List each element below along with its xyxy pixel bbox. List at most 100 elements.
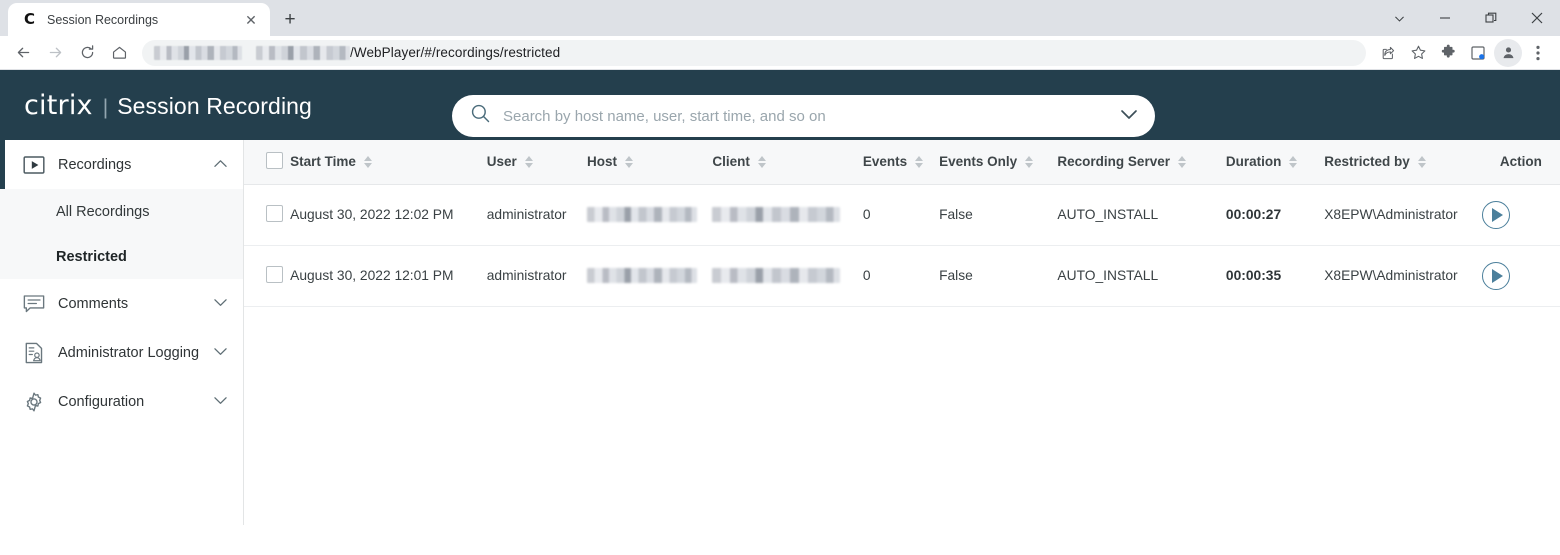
sidebar-subnav-recordings: All Recordings Restricted <box>0 189 243 279</box>
row-checkbox[interactable] <box>266 204 283 222</box>
cell-client <box>712 245 863 307</box>
cell-recording-server: AUTO_INSTALL <box>1057 184 1226 246</box>
play-box-icon <box>23 154 45 176</box>
sidebar-item-configuration[interactable]: Configuration <box>0 377 243 426</box>
back-icon[interactable] <box>8 38 38 68</box>
cell-duration: 00:00:27 <box>1225 184 1325 246</box>
url-path: /WebPlayer/#/recordings/restricted <box>350 44 561 60</box>
sort-icon-restricted-by[interactable] <box>1417 155 1426 168</box>
redacted-host-value <box>587 207 698 223</box>
sort-icon-duration[interactable] <box>1289 155 1298 168</box>
row-select-cell <box>244 184 291 246</box>
redacted-url-host <box>154 46 242 61</box>
header-start-time[interactable]: Start Time <box>290 140 487 185</box>
cell-events: 0 <box>862 184 940 246</box>
search-bar[interactable] <box>452 95 1155 137</box>
citrix-c-favicon: C <box>23 10 35 28</box>
product-title: Session Recording <box>117 92 312 119</box>
chevron-down-icon-comments[interactable] <box>214 298 227 310</box>
sidebar-item-all-recordings[interactable]: All Recordings <box>0 189 243 234</box>
row-checkbox[interactable] <box>266 265 283 283</box>
play-icon[interactable] <box>1481 261 1510 290</box>
redacted-client-value <box>712 268 841 284</box>
profile-avatar-icon[interactable] <box>1494 38 1522 67</box>
cell-recording-server: AUTO_INSTALL <box>1057 245 1226 307</box>
header-user[interactable]: User <box>486 140 588 185</box>
close-window-icon[interactable] <box>1514 0 1560 36</box>
cell-host <box>587 245 713 307</box>
header-recording-server[interactable]: Recording Server <box>1057 140 1226 185</box>
header-label-host: Host <box>587 154 618 170</box>
restore-icon[interactable] <box>1468 0 1514 36</box>
share-icon[interactable] <box>1374 39 1402 67</box>
address-bar[interactable]: /WebPlayer/#/recordings/restricted <box>142 39 1366 66</box>
sidebar-label-administrator-logging: Administrator Logging <box>58 344 200 361</box>
select-all-checkbox[interactable] <box>266 151 283 169</box>
extensions-puzzle-icon[interactable] <box>1434 39 1462 67</box>
more-menu-icon[interactable] <box>1524 39 1552 67</box>
header-events-only[interactable]: Events Only <box>939 140 1058 185</box>
search-dropdown-chevron-down-icon[interactable] <box>1117 102 1141 131</box>
recordings-table-panel: Start Time User Host Client Events Event… <box>244 140 1560 525</box>
search-icon <box>470 103 491 129</box>
header-label-restricted-by: Restricted by <box>1324 154 1410 170</box>
chevron-down-icon-configuration[interactable] <box>214 396 227 408</box>
header-restricted-by[interactable]: Restricted by <box>1324 140 1482 185</box>
minimize-icon[interactable] <box>1422 0 1468 36</box>
header-label-user: User <box>486 154 517 170</box>
header-label-action: Action <box>1499 154 1542 170</box>
sort-icon-user[interactable] <box>524 155 533 168</box>
play-icon[interactable] <box>1481 200 1510 229</box>
select-all-header <box>244 140 291 185</box>
sidebar-item-administrator-logging[interactable]: Administrator Logging <box>0 328 243 377</box>
cell-events: 0 <box>862 245 940 307</box>
forward-icon[interactable] <box>40 38 70 68</box>
cell-client <box>712 184 863 246</box>
header-client[interactable]: Client <box>712 140 863 185</box>
sort-icon-recording-server[interactable] <box>1177 155 1186 168</box>
header-events[interactable]: Events <box>862 140 940 185</box>
new-tab-button[interactable]: + <box>276 5 304 33</box>
sort-icon-events-only[interactable] <box>1025 155 1034 168</box>
sidebar-item-comments[interactable]: Comments <box>0 279 243 328</box>
sidebar-item-restricted[interactable]: Restricted <box>0 234 243 279</box>
browser-title-bar: C Session Recordings ✕ + <box>0 0 1560 36</box>
sidebar-label-comments: Comments <box>58 295 129 312</box>
header-label-duration: Duration <box>1225 154 1282 170</box>
table-body: August 30, 2022 12:02 PM administrator 0… <box>244 184 1560 307</box>
redacted-host-value <box>587 268 698 284</box>
browser-tab[interactable]: C Session Recordings ✕ <box>8 3 270 36</box>
cell-user: administrator <box>486 245 588 307</box>
sort-icon-start-time[interactable] <box>363 155 372 168</box>
search-input[interactable] <box>503 107 1105 125</box>
tab-title: Session Recordings <box>47 12 159 27</box>
table-row[interactable]: August 30, 2022 12:02 PM administrator 0… <box>244 184 1560 246</box>
close-tab-icon[interactable]: ✕ <box>242 11 260 29</box>
table-row[interactable]: August 30, 2022 12:01 PM administrator 0… <box>244 245 1560 307</box>
toolbar-icon-group <box>1374 38 1552 67</box>
chevron-up-icon[interactable] <box>214 159 227 171</box>
sort-icon-host[interactable] <box>625 155 634 168</box>
tab-strip: C Session Recordings ✕ + <box>0 0 304 36</box>
cell-events-only: False <box>939 184 1058 246</box>
sidebar-item-recordings[interactable]: Recordings <box>0 140 243 189</box>
cell-action <box>1481 245 1560 307</box>
sort-icon-events[interactable] <box>915 155 924 168</box>
comment-icon <box>23 293 45 315</box>
browser-panel-icon[interactable] <box>1464 39 1492 67</box>
reload-icon[interactable] <box>72 38 102 68</box>
chevron-down-icon-admin-logging[interactable] <box>214 347 227 359</box>
gear-icon <box>23 391 45 413</box>
header-host[interactable]: Host <box>587 140 713 185</box>
cell-start-time: August 30, 2022 12:01 PM <box>290 245 487 307</box>
home-icon[interactable] <box>104 38 134 68</box>
url-text: /WebPlayer/#/recordings/restricted <box>154 44 561 61</box>
sort-icon-client[interactable] <box>757 155 766 168</box>
header-label-start-time: Start Time <box>290 154 356 170</box>
cell-start-time: August 30, 2022 12:02 PM <box>290 184 487 246</box>
bookmark-star-icon[interactable] <box>1404 39 1432 67</box>
header-label-events: Events <box>862 154 908 170</box>
header-duration[interactable]: Duration <box>1225 140 1325 185</box>
app-body: Recordings All Recordings Restricted Com… <box>0 140 1560 525</box>
tab-search-chevron-down-icon[interactable] <box>1376 0 1422 36</box>
